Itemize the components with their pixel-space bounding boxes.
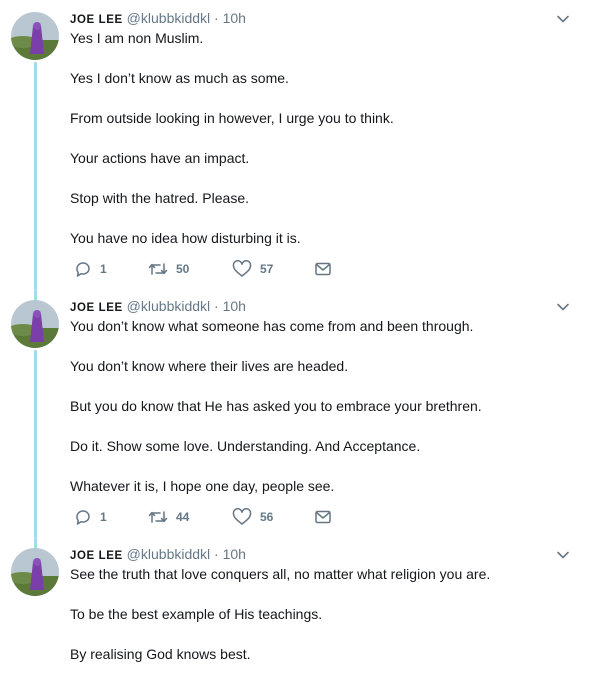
tweet-3[interactable]: JOE LEE @klubbkiddkl · 10h See the truth… bbox=[0, 538, 594, 682]
avatar-image bbox=[11, 300, 59, 348]
author-handle[interactable]: @klubbkiddkl bbox=[127, 298, 210, 314]
direct-message-icon bbox=[315, 510, 331, 524]
like-button[interactable]: 57 bbox=[232, 260, 273, 278]
tweet-text: You don’t know what someone has come fro… bbox=[70, 316, 570, 516]
tweet-line: Stop with the hatred. Please. bbox=[70, 190, 249, 206]
dot-separator: · bbox=[214, 546, 219, 562]
like-count: 57 bbox=[260, 262, 274, 276]
reply-icon bbox=[76, 510, 90, 525]
direct-message-button[interactable] bbox=[314, 260, 332, 278]
tweet-line: By realising God knows best. bbox=[70, 646, 251, 662]
reply-button[interactable]: 1 bbox=[74, 260, 107, 278]
tweet-text: Yes I am non Muslim. Yes I don’t know as… bbox=[70, 28, 570, 268]
tweet-line: Yes I don’t know as much as some. bbox=[70, 70, 289, 86]
tweet-line: You have no idea how disturbing it is. bbox=[70, 230, 301, 246]
chevron-down-icon[interactable] bbox=[554, 546, 572, 564]
thread-line bbox=[34, 350, 37, 538]
direct-message-icon bbox=[315, 262, 331, 276]
author-handle[interactable]: @klubbkiddkl bbox=[127, 546, 210, 562]
author-name[interactable]: JOE LEE bbox=[70, 14, 123, 26]
tweet-line: You don’t know what someone has come fro… bbox=[70, 318, 474, 334]
tweet-header: JOE LEE @klubbkiddkl · 10h bbox=[70, 297, 246, 317]
thread-line bbox=[34, 62, 37, 290]
chevron-down-icon[interactable] bbox=[554, 298, 572, 316]
dot-separator: · bbox=[214, 298, 219, 314]
reply-count: 1 bbox=[100, 262, 107, 276]
retweet-button[interactable]: 50 bbox=[148, 260, 189, 278]
timestamp[interactable]: 10h bbox=[223, 546, 246, 562]
author-name[interactable]: JOE LEE bbox=[70, 550, 123, 562]
avatar[interactable] bbox=[11, 12, 59, 60]
tweet-line: From outside looking in however, I urge … bbox=[70, 110, 394, 126]
tweet-2[interactable]: JOE LEE @klubbkiddkl · 10h You don’t kno… bbox=[0, 290, 594, 538]
dot-separator: · bbox=[214, 10, 219, 26]
reply-button[interactable]: 1 bbox=[74, 508, 107, 526]
tweet-header: JOE LEE @klubbkiddkl · 10h bbox=[70, 545, 246, 565]
tweet-line: To be the best example of His teachings. bbox=[70, 606, 323, 622]
like-count: 56 bbox=[260, 510, 274, 524]
retweet-icon bbox=[148, 263, 168, 275]
tweet-line: Do it. Show some love. Understanding. An… bbox=[70, 438, 421, 454]
tweet-text: See the truth that love conquers all, no… bbox=[70, 564, 570, 684]
direct-message-button[interactable] bbox=[314, 508, 332, 526]
like-button[interactable]: 56 bbox=[232, 508, 273, 526]
like-icon bbox=[232, 260, 252, 277]
retweet-count: 50 bbox=[176, 262, 190, 276]
timestamp[interactable]: 10h bbox=[223, 298, 246, 314]
chevron-down-icon[interactable] bbox=[554, 10, 572, 28]
tweet-line: Whatever it is, I hope one day, people s… bbox=[70, 478, 335, 494]
tweet-line: But you do know that He has asked you to… bbox=[70, 398, 482, 414]
author-name[interactable]: JOE LEE bbox=[70, 302, 123, 314]
tweet-header: JOE LEE @klubbkiddkl · 10h bbox=[70, 9, 246, 29]
reply-count: 1 bbox=[100, 510, 107, 524]
retweet-icon bbox=[148, 511, 168, 523]
retweet-count: 44 bbox=[176, 510, 190, 524]
reply-icon bbox=[76, 262, 90, 277]
tweet-line: Yes I am non Muslim. bbox=[70, 30, 204, 46]
tweet-line: See the truth that love conquers all, no… bbox=[70, 566, 491, 582]
tweet-line: Your actions have an impact. bbox=[70, 150, 250, 166]
tweet-line: You don’t know where their lives are hea… bbox=[70, 358, 349, 374]
like-icon bbox=[232, 508, 252, 525]
tweet-1[interactable]: JOE LEE @klubbkiddkl · 10h Yes I am non … bbox=[0, 0, 594, 290]
retweet-button[interactable]: 44 bbox=[148, 508, 189, 526]
avatar-image bbox=[11, 548, 59, 596]
author-handle[interactable]: @klubbkiddkl bbox=[127, 10, 210, 26]
avatar[interactable] bbox=[11, 300, 59, 348]
avatar[interactable] bbox=[11, 548, 59, 596]
timestamp[interactable]: 10h bbox=[223, 10, 246, 26]
avatar-image bbox=[11, 12, 59, 60]
